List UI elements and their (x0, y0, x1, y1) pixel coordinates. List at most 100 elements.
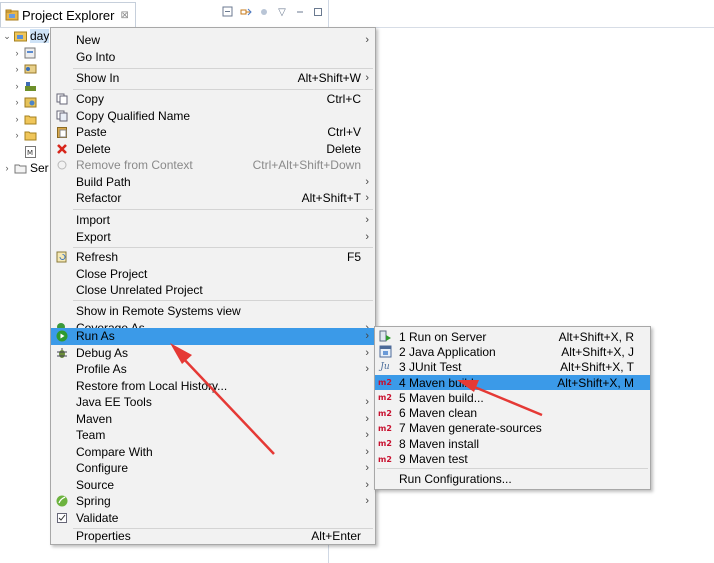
menu-item-spring[interactable]: Spring › (51, 493, 375, 510)
submenu-item-maven-install[interactable]: m2 8 Maven install (375, 436, 650, 451)
submenu-arrow-icon: › (365, 230, 369, 243)
menu-item-label: Paste (76, 125, 107, 140)
menu-item-restore-local-history[interactable]: Restore from Local History... (51, 378, 375, 395)
menu-item-build-path[interactable]: Build Path › (51, 174, 375, 191)
menu-item-show-in[interactable]: Show In Alt+Shift+W › (51, 70, 375, 87)
close-tab-icon[interactable]: ⊠ (120, 10, 128, 21)
submenu-arrow-icon: › (365, 192, 369, 205)
menu-item-label: Show In (76, 71, 120, 86)
run-as-submenu: 1 Run on Server Alt+Shift+X, R 2 Java Ap… (374, 326, 651, 490)
deployment-descriptor-icon (24, 47, 37, 59)
maven-m2-icon: m2 (378, 454, 392, 464)
junit-icon: Ju (380, 362, 390, 373)
menu-item-label: Source (76, 477, 115, 492)
submenu-arrow-icon: › (365, 495, 369, 508)
submenu-item-label: 2 Java Application (399, 344, 496, 359)
menu-item-label: Import (76, 213, 111, 228)
maven-m2-icon: m2 (378, 393, 392, 403)
collapse-chevron-icon[interactable]: › (12, 97, 22, 107)
refresh-icon (55, 250, 69, 264)
view-tab-bar: Project Explorer ⊠ ▽ (0, 0, 328, 28)
menu-item-label: Refresh (76, 250, 119, 265)
focus-icon[interactable] (258, 6, 270, 18)
menu-item-source[interactable]: Source › (51, 477, 375, 494)
submenu-item-label: 1 Run on Server (399, 329, 487, 344)
submenu-item-label: 8 Maven install (399, 436, 480, 451)
collapse-chevron-icon[interactable]: › (2, 163, 12, 173)
collapse-chevron-icon[interactable]: › (12, 64, 22, 74)
submenu-item-junit-test[interactable]: Ju 3 JUnit Test Alt+Shift+X, T (375, 360, 650, 375)
menu-item-import[interactable]: Import › (51, 212, 375, 229)
tab-title: Project Explorer (22, 7, 115, 23)
run-icon (55, 329, 69, 343)
delete-icon (55, 142, 69, 156)
expand-chevron-icon[interactable]: ⌄ (2, 31, 12, 42)
menu-item-label: Restore from Local History... (76, 378, 228, 393)
collapse-chevron-icon[interactable]: › (12, 130, 22, 140)
submenu-arrow-icon: › (365, 478, 369, 491)
servers-folder-icon (14, 162, 27, 174)
menu-item-run-as[interactable]: Run As › (51, 328, 375, 345)
submenu-item-maven-test[interactable]: m2 9 Maven test (375, 451, 650, 466)
menu-item-label: Build Path (76, 174, 131, 189)
menu-item-close-unrelated-project[interactable]: Close Unrelated Project (51, 282, 375, 299)
menu-item-refresh[interactable]: Refresh F5 (51, 249, 375, 266)
menu-item-shortcut: Alt+Shift+W (297, 71, 361, 86)
minimize-icon[interactable] (294, 6, 306, 18)
collapse-chevron-icon[interactable]: › (12, 81, 22, 91)
menu-item-copy-qualified-name[interactable]: Copy Qualified Name (51, 108, 375, 125)
menu-item-label: Debug As (76, 345, 129, 360)
submenu-arrow-icon: › (365, 429, 369, 442)
maximize-icon[interactable] (312, 6, 324, 18)
copy-icon (55, 92, 69, 106)
menu-item-label: Team (76, 428, 106, 443)
menu-item-java-ee-tools[interactable]: Java EE Tools › (51, 394, 375, 411)
menu-item-refactor[interactable]: Refactor Alt+Shift+T › (51, 190, 375, 207)
spring-icon (55, 494, 69, 508)
menu-item-maven[interactable]: Maven › (51, 411, 375, 428)
submenu-item-maven-clean[interactable]: m2 6 Maven clean (375, 406, 650, 421)
submenu-item-run-on-server[interactable]: 1 Run on Server Alt+Shift+X, R (375, 329, 650, 344)
collapse-chevron-icon[interactable]: › (12, 114, 22, 124)
menu-item-label: New (76, 33, 101, 48)
menu-item-label: Remove from Context (76, 158, 193, 173)
submenu-item-label: 4 Maven build (399, 375, 474, 390)
submenu-item-maven-generate-sources[interactable]: m2 7 Maven generate-sources (375, 421, 650, 436)
menu-item-show-in-remote-systems[interactable]: Show in Remote Systems view (51, 303, 375, 320)
view-toolbar: ▽ (222, 6, 324, 18)
submenu-item-shortcut: Alt+Shift+X, R (558, 329, 634, 344)
menu-item-delete[interactable]: Delete Delete (51, 141, 375, 158)
maven-m2-icon: m2 (378, 439, 392, 449)
collapse-chevron-icon[interactable]: › (12, 48, 22, 58)
menu-item-new[interactable]: New › (51, 32, 375, 49)
menu-item-go-into[interactable]: Go Into (51, 49, 375, 66)
menu-item-close-project[interactable]: Close Project (51, 266, 375, 283)
menu-item-configure[interactable]: Configure › (51, 460, 375, 477)
collapse-all-icon[interactable] (222, 6, 234, 18)
submenu-item-java-application[interactable]: 2 Java Application Alt+Shift+X, J (375, 344, 650, 359)
folder-icon (24, 129, 37, 141)
paste-icon (55, 125, 69, 139)
link-with-editor-icon[interactable] (240, 6, 252, 18)
menu-item-paste[interactable]: Paste Ctrl+V (51, 124, 375, 141)
menu-item-compare-with[interactable]: Compare With › (51, 444, 375, 461)
menu-item-validate[interactable]: Validate (51, 510, 375, 527)
menu-item-properties[interactable]: Properties Alt+Enter (51, 528, 375, 545)
project-explorer-icon (5, 9, 19, 21)
menu-item-shortcut: Ctrl+V (327, 125, 361, 140)
menu-item-team[interactable]: Team › (51, 427, 375, 444)
submenu-item-maven-build-dialog[interactable]: m2 5 Maven build... (375, 390, 650, 405)
menu-item-copy[interactable]: Copy Ctrl+C (51, 91, 375, 108)
project-explorer-tab[interactable]: Project Explorer ⊠ (0, 2, 136, 27)
submenu-arrow-icon: › (365, 214, 369, 227)
menu-item-export[interactable]: Export › (51, 229, 375, 246)
menu-item-debug-as[interactable]: Debug As › (51, 345, 375, 362)
menu-separator (73, 300, 373, 301)
tree-item-label: Ser (30, 161, 49, 176)
menu-item-profile-as[interactable]: Profile As › (51, 361, 375, 378)
submenu-item-maven-build[interactable]: m2 4 Maven build Alt+Shift+X, M (375, 374, 650, 391)
view-menu-icon[interactable]: ▽ (276, 6, 288, 18)
submenu-arrow-icon: › (365, 445, 369, 458)
submenu-item-run-configurations[interactable]: Run Configurations... (375, 471, 650, 486)
maven-m2-icon: m2 (378, 378, 392, 388)
